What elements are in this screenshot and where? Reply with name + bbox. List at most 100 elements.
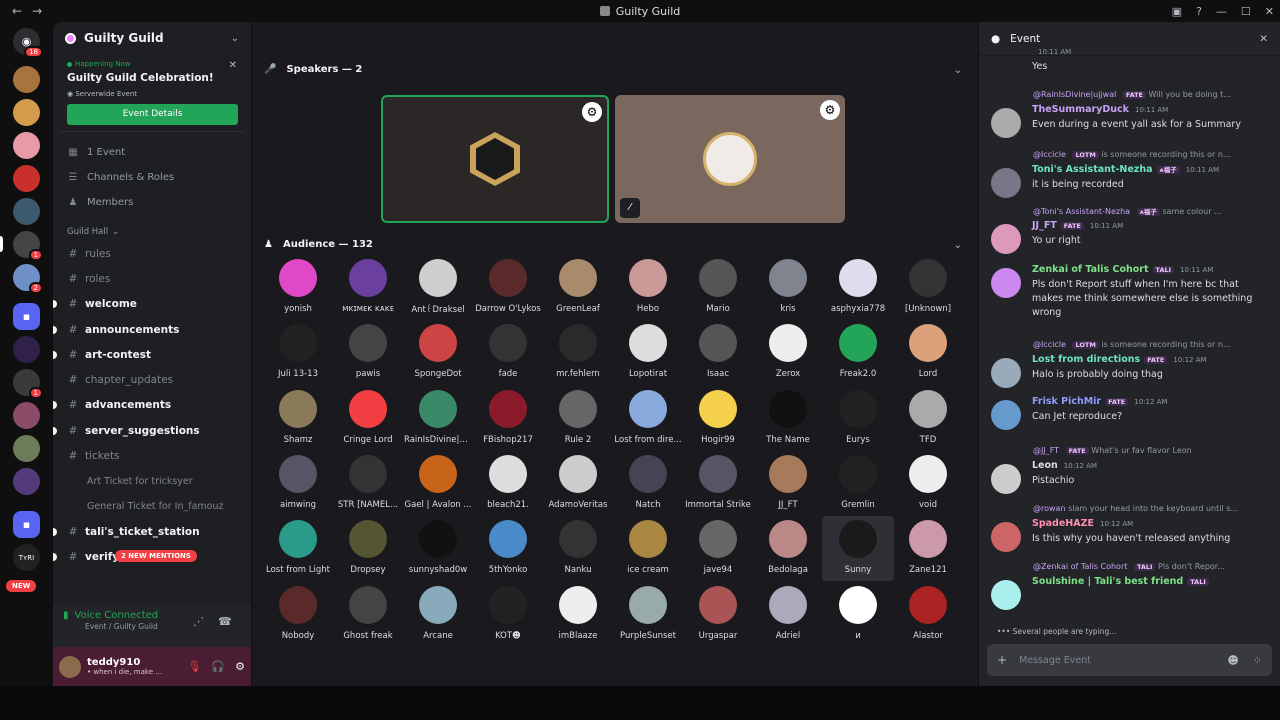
audience-member[interactable]: Juli 13-13: [262, 320, 334, 385]
audience-member[interactable]: Lopotirat: [612, 320, 684, 385]
audience-member[interactable]: Lost from dire...: [612, 386, 684, 451]
reply-preview[interactable]: @Icciclе LOTM is someone recording this …: [1033, 150, 1267, 159]
category-guild-hall[interactable]: Guild Hall ⌄: [53, 223, 251, 241]
new-unreads-pill[interactable]: NEW: [6, 580, 37, 592]
avatar[interactable]: [991, 400, 1021, 430]
audience-member[interactable]: [Unknown]: [892, 255, 964, 320]
audience-member[interactable]: Arcane: [402, 582, 474, 647]
server-icon[interactable]: TʏRI: [13, 544, 40, 571]
audience-member[interactable]: Hogir99: [682, 386, 754, 451]
audience-member[interactable]: Ant꒰Draksel: [402, 255, 474, 320]
audience-member[interactable]: mr.fehlern: [542, 320, 614, 385]
server-icon[interactable]: [13, 468, 40, 495]
audience-member[interactable]: Gael | Avalon ...: [402, 451, 474, 516]
audience-member[interactable]: GreenLeaf: [542, 255, 614, 320]
thread-item[interactable]: General Ticket for In_famouz: [53, 494, 251, 519]
audience-member[interactable]: Urgaspar: [682, 582, 754, 647]
audience-member[interactable]: asphyxia778: [822, 255, 894, 320]
audience-member[interactable]: Eurys: [822, 386, 894, 451]
audience-member[interactable]: STR [NAMEL...: [332, 451, 404, 516]
close-window-icon[interactable]: ✕: [1265, 5, 1274, 18]
sidebar-item-channels-roles[interactable]: ☰ Channels & Roles: [53, 165, 251, 190]
server-icon-guilty-guild[interactable]: 1: [13, 231, 43, 261]
add-attachment-icon[interactable]: +: [997, 653, 1007, 667]
sidebar-item-events[interactable]: ▦ 1 Event: [53, 140, 251, 165]
audience-member[interactable]: SpongeDot: [402, 320, 474, 385]
thread-item[interactable]: Art Ticket for tricksyer: [53, 469, 251, 494]
server-icon[interactable]: [13, 132, 40, 159]
server-icon[interactable]: [13, 336, 40, 363]
maximize-icon[interactable]: ☐: [1241, 5, 1251, 18]
channel-item[interactable]: # server_suggestions: [53, 418, 251, 443]
message-composer[interactable]: + Message Event ☻ ⁘: [987, 644, 1272, 676]
audience-member[interactable]: Nobody: [262, 582, 334, 647]
speaker-tile[interactable]: ⚙ ⁄: [615, 95, 845, 223]
avatar[interactable]: [991, 108, 1021, 138]
audience-member[interactable]: TFD: [892, 386, 964, 451]
mute-mic-icon[interactable]: 🎙: [187, 660, 201, 673]
audience-member[interactable]: 5thYonko: [472, 516, 544, 581]
audience-member[interactable]: jave94: [682, 516, 754, 581]
avatar[interactable]: [991, 224, 1021, 254]
reply-preview[interactable]: @rowan slam your head into the keyboard …: [1033, 504, 1267, 513]
audience-member[interactable]: Immortal Strike: [682, 451, 754, 516]
audience-member[interactable]: aimwing: [262, 451, 334, 516]
audience-member[interactable]: FBishop217: [472, 386, 544, 451]
audience-member[interactable]: ice cream: [612, 516, 684, 581]
audience-member[interactable]: The Name: [752, 386, 824, 451]
audience-member[interactable]: Dropsey: [332, 516, 404, 581]
audience-member[interactable]: Gremlin: [822, 451, 894, 516]
speakers-header[interactable]: 🎤 Speakers — 2: [264, 64, 362, 75]
audience-member[interactable]: imBlaaze: [542, 582, 614, 647]
minimize-icon[interactable]: —: [1216, 5, 1227, 18]
audience-member[interactable]: PurpleSunset: [612, 582, 684, 647]
chevron-down-icon[interactable]: ⌄: [954, 240, 962, 251]
message-author[interactable]: Lost from directions FATE 10:12 AM: [1032, 354, 1207, 365]
message-author[interactable]: Toni's Assistant-Nezha ᴀ福子 10:11 AM: [1032, 164, 1219, 175]
audience-member[interactable]: Adriel: [752, 582, 824, 647]
settings-gear-icon[interactable]: ⚙: [820, 100, 840, 120]
avatar[interactable]: [991, 580, 1021, 610]
reply-preview[interactable]: @JJ_FT FATE What's ur fav flavor Leon: [1033, 446, 1267, 455]
emoji-icon[interactable]: ☻: [1227, 654, 1238, 667]
new-mentions-pill[interactable]: 2 NEW MENTIONS: [115, 549, 197, 562]
server-folder-icon[interactable]: ▪: [13, 303, 40, 330]
audience-member[interactable]: fade: [472, 320, 544, 385]
channel-item[interactable]: # tickets: [53, 443, 251, 468]
audience-member[interactable]: Cringe Lord: [332, 386, 404, 451]
audience-member[interactable]: Zane121: [892, 516, 964, 581]
channel-item[interactable]: # advancements: [53, 393, 251, 418]
audience-member[interactable]: Shamz: [262, 386, 334, 451]
audience-member[interactable]: Natch: [612, 451, 684, 516]
audience-member[interactable]: Rule 2: [542, 386, 614, 451]
close-icon[interactable]: ✕: [229, 60, 237, 71]
message-author[interactable]: JJ_FT FATE 10:11 AM: [1032, 220, 1123, 231]
reply-preview[interactable]: @Toni's Assistant-Nezha ᴀ福子 same colour …: [1033, 206, 1267, 216]
audience-member[interactable]: yonish: [262, 255, 334, 320]
channel-item[interactable]: # rules: [53, 241, 251, 266]
audience-member[interactable]: Bedolaga: [752, 516, 824, 581]
avatar[interactable]: [59, 655, 81, 678]
inbox-icon[interactable]: ▣: [1172, 5, 1182, 18]
speaker-tile[interactable]: ⚙: [381, 95, 609, 223]
close-icon[interactable]: ✕: [1259, 33, 1268, 45]
audience-member[interactable]: Nanku: [542, 516, 614, 581]
audience-member[interactable]: Darrow O'Lykos: [472, 255, 544, 320]
message-input[interactable]: Message Event: [1019, 655, 1091, 666]
message-author[interactable]: TheSummaryDuck 10:11 AM: [1032, 104, 1168, 115]
help-icon[interactable]: ?: [1196, 5, 1202, 18]
settings-gear-icon[interactable]: ⚙: [582, 102, 602, 122]
server-icon[interactable]: [13, 198, 40, 225]
server-icon[interactable]: [13, 165, 40, 192]
channel-item[interactable]: # verify 2 NEW MENTIONS: [53, 545, 251, 570]
audience-member[interactable]: kris: [752, 255, 824, 320]
guild-header[interactable]: Guilty Guild ⌄: [53, 22, 251, 54]
server-icon[interactable]: 2: [13, 264, 43, 294]
message-author[interactable]: Frisk PichMir FATE 10:12 AM: [1032, 396, 1167, 407]
audience-member[interactable]: pawis: [332, 320, 404, 385]
audience-member[interactable]: Sunny: [822, 516, 894, 582]
audience-member[interactable]: KOT☻: [472, 582, 544, 647]
server-icon[interactable]: [13, 99, 40, 126]
audience-member[interactable]: bleach21.: [472, 451, 544, 516]
message-author[interactable]: SpadeHAZE 10:12 AM: [1032, 518, 1133, 529]
